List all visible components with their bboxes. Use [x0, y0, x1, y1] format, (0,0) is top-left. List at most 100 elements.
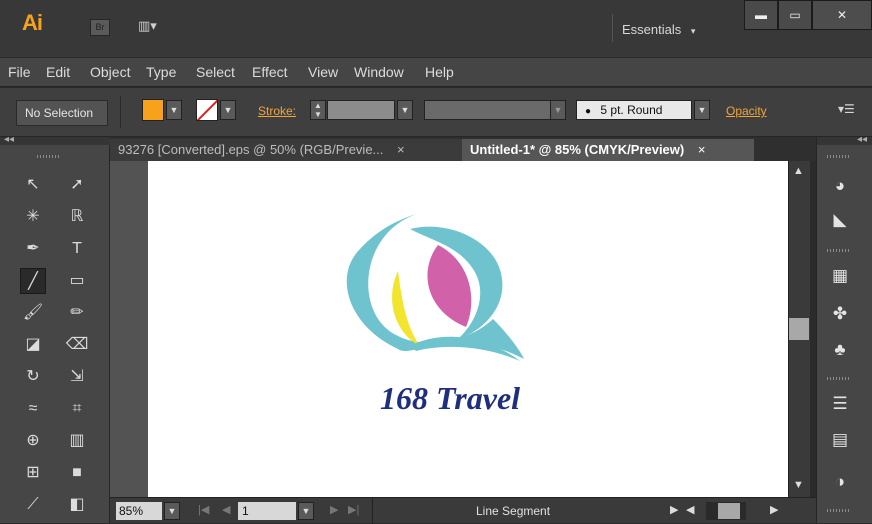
line-segment-tool-icon[interactable]: ╱: [20, 268, 46, 294]
brush-definition-dropdown[interactable]: ● 5 pt. Round: [576, 100, 692, 120]
first-artboard-icon[interactable]: |◀: [198, 503, 209, 516]
horizontal-scrollbar-thumb[interactable]: [718, 503, 740, 519]
panel-menu-icon[interactable]: ▾☰: [838, 102, 855, 116]
logo-title-text: 168 Travel: [380, 380, 520, 416]
scale-tool-icon[interactable]: ⇲: [64, 364, 90, 390]
stroke-weight-input[interactable]: [327, 100, 395, 120]
fill-dropdown-chevron-down-icon[interactable]: ▼: [166, 100, 182, 120]
previous-artboard-icon[interactable]: ◀: [222, 503, 230, 516]
panel-grip-icon: [827, 377, 851, 380]
panel-grip-icon: [827, 249, 851, 252]
stroke-weight-chevron-down-icon[interactable]: ▼: [397, 100, 413, 120]
status-bar: 85% ▼ |◀ ◀ 1 ▼ ▶ ▶| Line Segment ▶ ◀ ▶: [110, 497, 816, 524]
pencil-tool-icon[interactable]: ✏: [64, 300, 90, 326]
status-menu-arrow-icon[interactable]: ▶: [670, 503, 678, 516]
control-panel: No Selection ▼ ▼ Stroke: ▲ ▼ ▼ ▼ ● 5 pt. …: [0, 88, 872, 137]
scroll-up-icon[interactable]: ▲: [793, 165, 804, 177]
tab-label: 93276 [Converted].eps @ 50% (RGB/Previe.…: [118, 142, 384, 157]
selection-tool-icon[interactable]: ↖: [20, 172, 46, 198]
last-artboard-icon[interactable]: ▶|: [348, 503, 359, 516]
panel-grip-icon: [37, 155, 61, 158]
lasso-tool-icon[interactable]: ℝ: [64, 204, 90, 230]
scroll-right-icon[interactable]: ▶: [770, 503, 778, 516]
close-icon[interactable]: ×: [698, 142, 706, 157]
menu-help[interactable]: Help: [425, 64, 454, 80]
scroll-down-icon[interactable]: ▼: [793, 479, 804, 491]
menu-view[interactable]: View: [308, 64, 338, 80]
panel-grip-icon: [827, 155, 851, 158]
eraser-tool-icon[interactable]: ⌫: [64, 332, 90, 358]
tab-93276-converted[interactable]: 93276 [Converted].eps @ 50% (RGB/Previe.…: [110, 139, 462, 161]
go-to-bridge-button[interactable]: Br: [90, 19, 110, 36]
variable-width-profile-dropdown[interactable]: [424, 100, 552, 120]
color-guide-panel-icon[interactable]: ◣: [826, 208, 854, 232]
opacity-label[interactable]: Opacity: [726, 104, 767, 118]
stroke-label[interactable]: Stroke:: [258, 104, 296, 118]
menu-file[interactable]: File: [8, 64, 31, 80]
canvas-pasteboard: [110, 161, 148, 497]
stroke-dropdown-chevron-down-icon[interactable]: ▼: [220, 100, 236, 120]
brushes-panel-icon[interactable]: ✤: [826, 302, 854, 326]
mesh-tool-icon[interactable]: ⊞: [20, 460, 46, 486]
illustrator-logo: Ai: [22, 10, 43, 35]
menu-type[interactable]: Type: [146, 64, 176, 80]
transparency-panel-icon[interactable]: ◑: [826, 470, 854, 494]
eyedropper-tool-icon[interactable]: ⟋: [20, 492, 46, 518]
brush-chevron-down-icon[interactable]: ▼: [694, 100, 710, 120]
close-icon[interactable]: ×: [397, 142, 405, 157]
panel-grip-icon: [827, 509, 851, 512]
symbols-panel-icon[interactable]: ♣: [826, 338, 854, 362]
shape-builder-tool-icon[interactable]: ⊕: [20, 428, 46, 454]
tools-panel: ◂◂: [0, 134, 110, 523]
gradient-tool-icon[interactable]: ■: [64, 460, 90, 486]
tab-untitled-1[interactable]: Untitled-1* @ 85% (CMYK/Preview) ×: [462, 139, 754, 161]
menu-object[interactable]: Object: [90, 64, 130, 80]
pen-tool-icon[interactable]: ✒: [20, 236, 46, 262]
document-tab-bar: 93276 [Converted].eps @ 50% (RGB/Previe.…: [110, 137, 816, 161]
column-graph-tool-icon[interactable]: ▥: [64, 428, 90, 454]
yellow-sliver-shape: [392, 271, 420, 346]
profile-chevron-down-icon[interactable]: ▼: [550, 100, 566, 120]
rectangle-tool-icon[interactable]: ▭: [64, 268, 90, 294]
zoom-level-field[interactable]: 85%: [116, 502, 162, 520]
rotate-tool-icon[interactable]: ↻: [20, 364, 46, 390]
collapse-panel-icon[interactable]: ◂◂: [4, 134, 14, 145]
expand-panels-icon[interactable]: ◂◂: [857, 134, 867, 145]
artboard-chevron-down-icon[interactable]: ▼: [298, 502, 314, 520]
direct-selection-tool-icon[interactable]: ➚: [64, 172, 90, 198]
width-tool-icon[interactable]: ≈: [20, 396, 46, 422]
menu-select[interactable]: Select: [196, 64, 235, 80]
color-panel-icon[interactable]: ◕: [826, 174, 854, 198]
current-tool-status: Line Segment: [476, 504, 551, 518]
stroke-none-swatch[interactable]: [196, 99, 218, 121]
menu-edit[interactable]: Edit: [46, 64, 70, 80]
maximize-button[interactable]: ▭: [778, 0, 812, 30]
artboard[interactable]: 168 Travel: [148, 161, 788, 497]
scroll-left-icon[interactable]: ◀: [686, 503, 694, 516]
type-tool-icon[interactable]: T: [64, 236, 90, 262]
swatches-panel-icon[interactable]: ▦: [826, 264, 854, 288]
artboard-number-field[interactable]: 1: [238, 502, 296, 520]
menu-window[interactable]: Window: [354, 64, 404, 80]
stroke-weight-stepper[interactable]: ▲ ▼: [310, 100, 326, 120]
menu-effect[interactable]: Effect: [252, 64, 288, 80]
paintbrush-tool-icon[interactable]: 🖌: [20, 300, 46, 326]
arrange-documents-button[interactable]: ▥▾: [138, 18, 168, 36]
fill-swatch[interactable]: [142, 99, 164, 121]
next-artboard-icon[interactable]: ▶: [330, 503, 338, 516]
stroke-panel-icon[interactable]: ☰: [826, 392, 854, 416]
bullet-icon: ●: [585, 106, 592, 117]
workspace-switcher[interactable]: Essentials ▾: [622, 22, 695, 37]
close-window-button[interactable]: ✕: [812, 0, 872, 30]
blob-brush-tool-icon[interactable]: ◪: [20, 332, 46, 358]
minimize-button[interactable]: ▬: [744, 0, 778, 30]
gradient-panel-icon[interactable]: ▤: [826, 428, 854, 452]
travel-logo-artwork: 168 Travel: [346, 213, 524, 416]
application-title-bar: Ai Br ▥▾ Essentials ▾ ▬ ▭ ✕: [0, 0, 872, 57]
blend-tool-icon[interactable]: ◧: [64, 492, 90, 518]
magic-wand-tool-icon[interactable]: ✳: [20, 204, 46, 230]
free-transform-tool-icon[interactable]: ⌗: [64, 396, 90, 422]
tab-label: Untitled-1* @ 85% (CMYK/Preview): [470, 142, 685, 157]
zoom-chevron-down-icon[interactable]: ▼: [164, 502, 180, 520]
scrollbar-thumb[interactable]: [789, 318, 809, 340]
